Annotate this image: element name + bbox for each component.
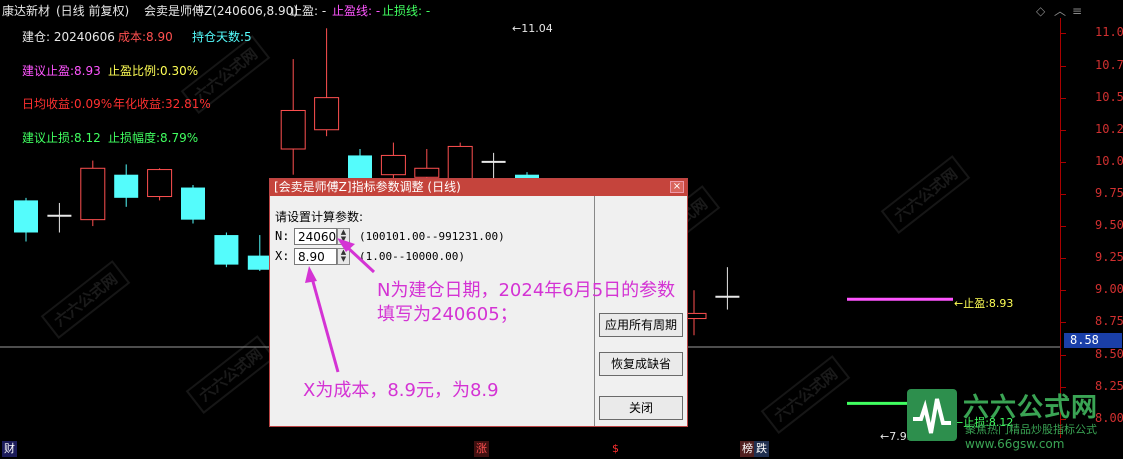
n-input[interactable] xyxy=(294,228,337,245)
candle-body xyxy=(147,169,173,198)
price-tick-label: 10.75 xyxy=(1095,57,1123,72)
n-callout-line1: N为建仓日期，2024年6月5日的参数 xyxy=(377,280,676,301)
candle-body xyxy=(80,167,106,221)
x-spinner[interactable]: ▲ ▼ xyxy=(337,248,350,265)
price-tick-mark xyxy=(1060,161,1066,163)
x-input[interactable] xyxy=(294,248,337,265)
price-tick-label: 10.00 xyxy=(1095,153,1123,168)
logo-url: www.66gsw.com xyxy=(965,437,1065,451)
price-tick-label: 11.00 xyxy=(1095,25,1123,40)
price-tick-label: 9.25 xyxy=(1095,250,1123,265)
x-label: X: xyxy=(275,249,290,263)
price-tick-label: 9.00 xyxy=(1095,282,1123,297)
n-callout-line2: 填写为240605； xyxy=(377,304,518,325)
price-tick-label: 9.50 xyxy=(1095,218,1123,233)
price-tick-mark xyxy=(1060,354,1066,356)
price-tick-label: 8.75 xyxy=(1095,314,1123,329)
candle-body xyxy=(181,187,205,220)
high-price-value: 11.04 xyxy=(521,22,553,35)
finance-tag[interactable]: 财 xyxy=(2,441,17,457)
logo-mark-icon xyxy=(907,389,957,441)
stock-chart-window: 康达新材 (日线 前复权) 会卖是师傅Z(240606,8.90) 止盈: - … xyxy=(0,0,1123,459)
tp-line-annotation: ←止盈:8.93 xyxy=(954,297,1014,310)
fall-tag[interactable]: 跌 xyxy=(754,441,769,457)
dollar-tag[interactable]: $ xyxy=(610,441,621,457)
apply-all-periods-button[interactable]: 应用所有周期 xyxy=(599,313,683,337)
close-icon[interactable]: × xyxy=(670,181,684,193)
price-tick-label: 10.50 xyxy=(1095,89,1123,104)
price-tick-mark xyxy=(1060,258,1066,260)
candle-body xyxy=(280,109,306,150)
price-tick-label: 9.75 xyxy=(1095,185,1123,200)
candle-body xyxy=(214,235,239,265)
n-spinner[interactable]: ▲ ▼ xyxy=(337,228,350,245)
logo-subtitle: 聚焦热门精品炒股指标公式 xyxy=(965,423,1097,436)
x-range: (1.00--10000.00) xyxy=(359,250,465,263)
price-tick-mark xyxy=(1060,290,1066,292)
logo-title: 六六公式网 xyxy=(963,393,1099,423)
candle-body xyxy=(447,145,473,182)
spin-down-icon[interactable]: ▼ xyxy=(338,236,349,243)
candle-body xyxy=(414,167,440,178)
x-callout: X为成本，8.9元，为8.9 xyxy=(303,380,499,401)
site-logo: 六六公式网 聚焦热门精品炒股指标公式 www.66gsw.com xyxy=(903,383,1123,459)
price-tick-mark xyxy=(1060,65,1066,67)
price-tick-mark xyxy=(1060,322,1066,324)
rank-tag[interactable]: 榜 xyxy=(740,441,755,457)
price-tick-mark xyxy=(1060,129,1066,131)
dialog-prompt: 请设置计算参数: xyxy=(275,210,364,224)
price-tick-mark xyxy=(1060,193,1066,195)
rise-tag[interactable]: 涨 xyxy=(474,441,489,457)
restore-default-button[interactable]: 恢复成缺省 xyxy=(599,352,683,376)
price-tick-mark xyxy=(1060,226,1066,228)
candle-body xyxy=(380,154,406,176)
dialog-title-bar[interactable]: [会卖是师傅Z]指标参数调整 (日线) × xyxy=(270,179,687,196)
price-tick-mark xyxy=(1060,33,1066,35)
price-tick-mark xyxy=(1060,97,1066,99)
candle-body xyxy=(114,174,139,198)
current-price-label: 8.58 xyxy=(1064,333,1122,348)
logo-wave-icon xyxy=(913,398,951,434)
spin-down-icon[interactable]: ▼ xyxy=(338,256,349,263)
price-tick-label: 10.25 xyxy=(1095,121,1123,136)
close-button[interactable]: 关闭 xyxy=(599,396,683,420)
n-range: (100101.00--991231.00) xyxy=(359,230,505,243)
candle-body xyxy=(314,97,340,131)
dialog-title: [会卖是师傅Z]指标参数调整 (日线) xyxy=(274,180,461,194)
candle-body xyxy=(14,200,38,233)
price-tick-label: 8.50 xyxy=(1095,346,1123,361)
tp-line-value: 止盈:8.93 xyxy=(963,297,1014,310)
n-label: N: xyxy=(275,229,290,243)
high-price-annotation: ←11.04 xyxy=(512,22,553,35)
